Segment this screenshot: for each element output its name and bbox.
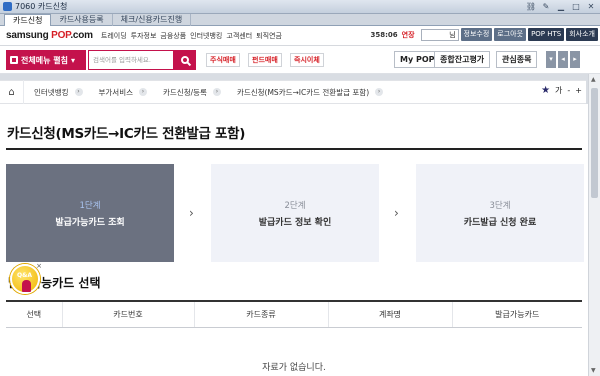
all-menu-label: 전체메뉴 펼침 [21,55,68,65]
step-name: 발급카드 정보 확인 [258,217,332,228]
breadcrumb-tools: ★ 가 - + [541,85,582,96]
breadcrumb-item[interactable]: 카드신청/등록 › [153,80,227,104]
breadcrumb-item-current[interactable]: 카드신청(MS카드→IC카드 전환발급 포함) › [227,80,389,104]
table-header-row: 선택 카드번호 카드종류 계좌명 발급가능카드 [6,301,582,328]
favorite-star-icon[interactable]: ★ [541,85,550,96]
tab-card-progress[interactable]: 체크/신용카드진행 [113,14,192,26]
vertical-scrollbar[interactable]: ▲ ▼ [588,74,600,376]
chevron-right-icon: › [139,88,147,96]
chevron-right-icon: › [394,206,399,220]
scroll-down-icon[interactable]: ▼ [591,367,596,374]
scroll-thumb[interactable] [591,88,598,198]
extend-session-link[interactable]: 연장 [402,30,415,40]
window-titlebar: 7060 카드신청 ⛓ ✎ ▁ □ ✕ [0,0,600,14]
maximize-icon[interactable]: □ [570,1,582,12]
breadcrumb: ⌂ 인터넷뱅킹 › 부가서비스 › 카드신청/등록 › 카드신청(MS카드→IC카드 … [0,80,586,104]
session-timer: 358:06 [370,30,398,39]
breadcrumb-item[interactable]: 부가서비스 › [89,80,154,104]
page-title: 카드신청(MS카드→IC카드 전환발급 포함) [7,126,246,142]
search-icon [181,56,189,64]
quick-fund-trade[interactable]: 펀드매매 [248,53,282,67]
chevron-right-icon[interactable]: ▸ [570,51,580,68]
person-icon [22,280,31,292]
quick-stock-trade[interactable]: 주식매매 [206,53,240,67]
chevron-left-icon[interactable]: ◂ [558,51,568,68]
step-name: 카드발급 신청 완료 [463,217,537,228]
menu-grid-icon [10,56,18,64]
tab-card-register[interactable]: 카드사용등록 [51,14,113,26]
close-icon[interactable]: ✕ [585,1,597,12]
step-1: 1단계 발급가능카드 조회 [6,164,174,262]
nav-financial-products[interactable]: 금융상품 [160,31,186,41]
chevron-right-icon: › [74,88,83,96]
step-name: 발급가능카드 조회 [55,217,125,228]
qna-label: Q&A [17,272,32,279]
font-increase-button[interactable]: + [575,86,582,95]
link-icon[interactable]: ⛓ [525,1,537,12]
nav-trading[interactable]: 트레이딩 [101,31,127,41]
chevron-down-icon[interactable]: ▾ [546,51,556,68]
watchlist-button[interactable]: 관심종목 [496,51,538,68]
chevron-down-icon: ▾ [70,55,75,65]
window-controls: ⛓ ✎ ▁ □ ✕ [525,1,597,12]
empty-message: 자료가 없습니다. [262,363,326,373]
title-divider [6,148,582,150]
global-nav: 트레이딩 투자정보 금융상품 인터넷뱅킹 고객센터 퇴직연금 [101,31,282,41]
col-card-number: 카드번호 [62,301,195,328]
logout-button[interactable]: 로그아웃 [494,28,527,41]
header-right: 358:06 연장 님 정보수정 로그아웃 POP HTS 회사소개 [370,28,598,41]
step-number: 2단계 [284,200,306,211]
chevron-right-icon: › [375,88,384,96]
breadcrumb-item[interactable]: 인터넷뱅킹 › [24,80,89,104]
step-2: 2단계 발급카드 정보 확인 [211,164,379,262]
nav-invest-info[interactable]: 투자정보 [131,31,157,41]
all-menu-button[interactable]: 전체메뉴 펼침 ▾ [6,50,86,70]
close-icon[interactable]: × [36,262,42,270]
card-table: 선택 카드번호 카드종류 계좌명 발급가능카드 [6,300,582,328]
app-icon [3,2,12,11]
step-number: 3단계 [489,200,511,211]
font-size-label: 가 [555,86,563,95]
pop-hts-button[interactable]: POP HTS [528,28,565,41]
step-3: 3단계 카드발급 신청 완료 [416,164,584,262]
chevron-right-icon: › [212,88,221,96]
screen-tabs: 카드신청 카드사용등록 체크/신용카드진행 [0,14,600,26]
search-input[interactable]: 검색어를 입력하세요. [88,50,174,70]
nav-internet-banking[interactable]: 인터넷뱅킹 [190,31,222,41]
main-content: 카드신청(MS카드→IC카드 전환발급 포함) 1단계 발급가능카드 조회 › … [0,104,588,376]
nav-customer-center[interactable]: 고객센터 [226,31,252,41]
quick-transfer[interactable]: 즉시이체 [290,53,324,67]
user-name-field: 님 [420,28,459,41]
font-decrease-button[interactable]: - [567,86,570,95]
search-button[interactable] [174,50,196,70]
qna-floating-button[interactable]: Q&A × [10,262,42,294]
col-account-name: 계좌명 [328,301,453,328]
nav-pension[interactable]: 퇴직연금 [256,31,282,41]
search-bar-row: 전체메뉴 펼침 ▾ 검색어를 입력하세요. 주식매매 펀드매매 즉시이체 My … [0,46,600,74]
pin-icon[interactable]: ✎ [540,1,552,12]
site-logo[interactable]: samsung POP.com [0,30,93,41]
site-header: samsung POP.com 트레이딩 투자정보 금융상품 인터넷뱅킹 고객센… [0,26,600,46]
col-select: 선택 [6,301,63,328]
col-card-type: 카드종류 [194,301,329,328]
balance-eval-button[interactable]: 종합잔고평가 [434,51,491,68]
minimize-icon[interactable]: ▁ [555,1,567,12]
step-number: 1단계 [79,200,101,211]
home-icon[interactable]: ⌂ [0,80,24,104]
chevron-right-icon: › [189,206,194,220]
company-intro-button[interactable]: 회사소개 [566,28,598,41]
tab-card-apply[interactable]: 카드신청 [4,14,52,26]
window-title: 7060 카드신청 [15,2,68,11]
edit-info-button[interactable]: 정보수정 [460,28,493,41]
col-issuable-card: 발급가능카드 [452,301,582,328]
scroll-up-icon[interactable]: ▲ [591,76,596,83]
